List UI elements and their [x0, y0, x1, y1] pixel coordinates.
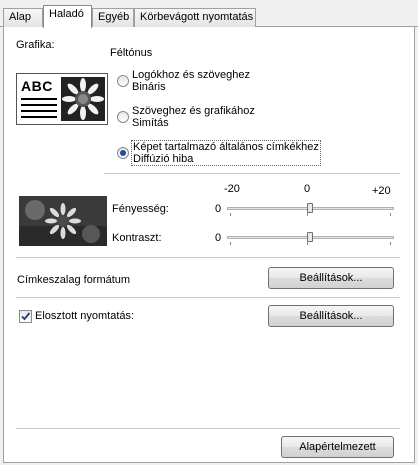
- contrast-tick-max: [390, 242, 391, 245]
- separator: [16, 428, 400, 429]
- contrast-slider-thumb[interactable]: [307, 232, 313, 242]
- brightness-tick-min: [230, 213, 231, 216]
- radio-binary-label[interactable]: Logókhoz és szöveghez Bináris: [132, 69, 250, 93]
- radio-error-diffusion[interactable]: [117, 147, 129, 159]
- contrast-tick-min: [230, 242, 231, 245]
- scale-max-label: +20: [372, 185, 391, 197]
- tab-korbevagott-nyomtatas[interactable]: Körbevágott nyomtatás: [134, 8, 256, 27]
- radio-smoothing-line2: Simítás: [132, 117, 169, 129]
- tab-alap[interactable]: Alap: [3, 8, 43, 27]
- preview-line: [21, 110, 57, 112]
- radio-error-diffusion-line1: Képet tartalmazó általános címkékhez: [133, 141, 319, 153]
- distributed-print-label[interactable]: Elosztott nyomtatás:: [35, 310, 134, 322]
- advanced-panel: Grafika: ABC Féltónus Logókhoz és szöveg…: [3, 27, 415, 463]
- preview-line: [21, 116, 57, 118]
- tab-egyeb[interactable]: Egyéb: [92, 8, 134, 27]
- checkmark-icon: [21, 312, 31, 321]
- radio-smoothing-line1: Szöveghez és grafikához: [132, 105, 255, 117]
- preview-abc-text: ABC: [21, 78, 53, 94]
- contrast-tick-mid: [307, 242, 308, 245]
- preview-sunflower-icon: [61, 77, 105, 121]
- default-button[interactable]: Alapértelmezett: [281, 436, 394, 458]
- brightness-tick-mid: [307, 213, 308, 216]
- preview-line: [21, 104, 57, 106]
- halftone-preview: ABC: [16, 73, 108, 125]
- brightness-slider-thumb[interactable]: [307, 203, 313, 213]
- radio-smoothing[interactable]: [117, 111, 129, 123]
- radio-error-diffusion-line2: Diffúzió hiba: [133, 153, 194, 165]
- separator: [104, 173, 400, 174]
- radio-error-diffusion-label[interactable]: Képet tartalmazó általános címkékhez Dif…: [131, 140, 321, 166]
- radio-smoothing-label[interactable]: Szöveghez és grafikához Simítás: [132, 105, 255, 129]
- halftone-label: Féltónus: [110, 47, 153, 59]
- separator: [16, 257, 400, 258]
- radio-binary[interactable]: [117, 75, 129, 87]
- tab-bar: Alap Haladó Egyéb Körbevágott nyomtatás: [0, 0, 418, 28]
- brightness-label: Fényesség:: [112, 203, 169, 215]
- tape-format-label: Címkeszalag formátum: [17, 274, 131, 286]
- radio-binary-line1: Logókhoz és szöveghez: [132, 69, 251, 81]
- tab-halado[interactable]: Haladó: [43, 5, 92, 28]
- preview-line: [21, 98, 57, 100]
- contrast-value: 0: [215, 232, 222, 244]
- grafika-label: Grafika:: [16, 39, 55, 51]
- scale-mid-label: 0: [304, 183, 311, 195]
- tape-format-settings-button[interactable]: Beállítások...: [268, 267, 394, 289]
- brightness-value: 0: [215, 203, 222, 215]
- contrast-label: Kontraszt:: [112, 232, 162, 244]
- scale-min-label: -20: [224, 183, 240, 195]
- separator: [16, 297, 400, 298]
- distributed-print-checkbox[interactable]: [19, 310, 32, 323]
- adjust-preview-sunflower-icon: [19, 196, 107, 246]
- brightness-tick-max: [390, 213, 391, 216]
- distributed-print-settings-button[interactable]: Beállítások...: [268, 305, 394, 327]
- radio-binary-line2: Bináris: [132, 81, 166, 93]
